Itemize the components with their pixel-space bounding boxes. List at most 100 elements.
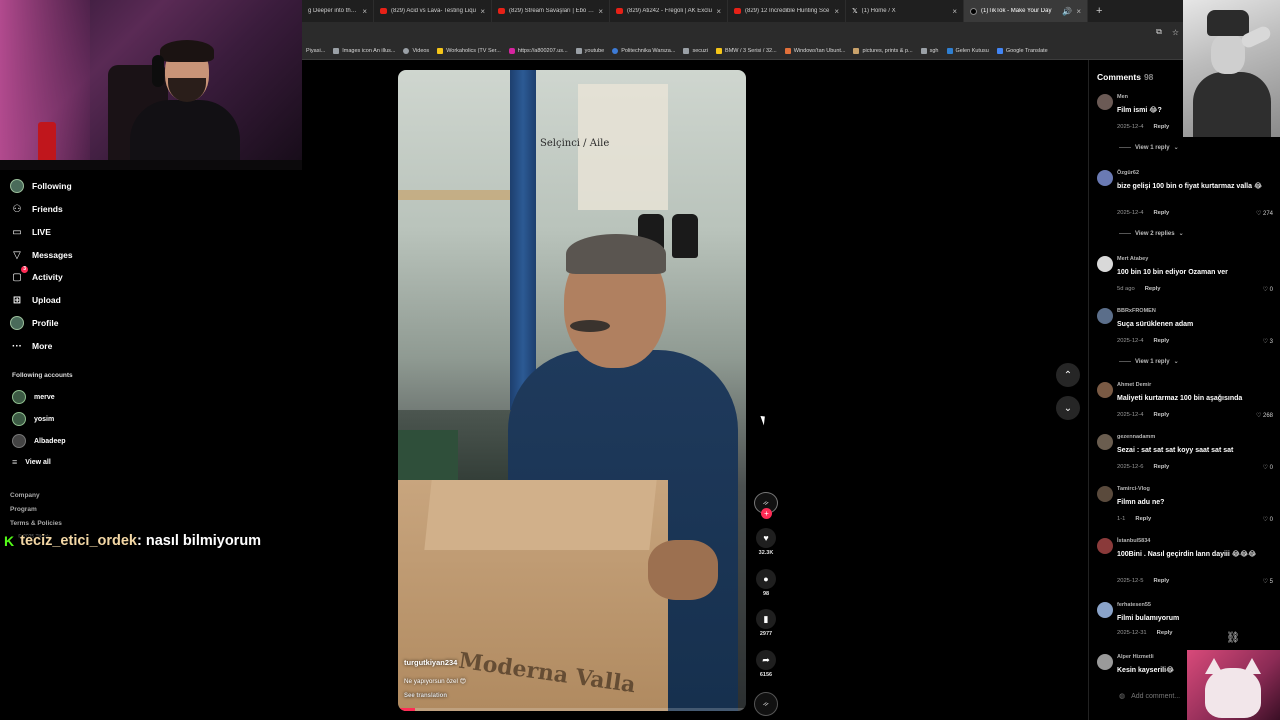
- comment-username[interactable]: ferhatesen55: [1117, 602, 1151, 608]
- bookmark-star-icon[interactable]: ☆: [1172, 28, 1179, 37]
- reply-button[interactable]: Reply: [1153, 412, 1169, 418]
- sidebar-item-live[interactable]: ▭ LIVE: [10, 225, 51, 239]
- video-player[interactable]: Selçinci / Aile Moderna Valla turgutkiya…: [398, 70, 746, 711]
- tab-close-icon[interactable]: ×: [716, 7, 721, 16]
- tab-close-icon[interactable]: ×: [598, 7, 603, 16]
- save-button[interactable]: ▮ 2977: [752, 609, 780, 637]
- sidebar-item-following[interactable]: Following: [10, 179, 72, 193]
- comment-username[interactable]: BBRxFROMEN: [1117, 308, 1156, 314]
- sidebar-item-profile[interactable]: Profile: [10, 316, 58, 330]
- speaker-icon[interactable]: 🔊: [1062, 7, 1072, 16]
- bookmark-item[interactable]: BMW / 3 Serisi / 32...: [712, 47, 781, 54]
- tab-close-icon[interactable]: ×: [480, 7, 485, 16]
- comment-like-button[interactable]: ♡ 268: [1256, 412, 1273, 419]
- browser-tab[interactable]: (829) Ati242 - Fregoli | AK Exclu ×: [610, 0, 728, 22]
- comment-like-button[interactable]: ♡ 0: [1263, 464, 1273, 471]
- share-button[interactable]: ➦ 6156: [752, 650, 780, 678]
- comment-button[interactable]: ● 98: [752, 569, 780, 597]
- footer-link-terms[interactable]: Terms & Policies: [10, 520, 62, 527]
- video-progress-bar[interactable]: [398, 708, 746, 711]
- follow-plus-icon[interactable]: +: [761, 508, 772, 519]
- comment-username[interactable]: Men: [1117, 94, 1128, 100]
- bookmark-item[interactable]: Google Translate: [993, 47, 1052, 54]
- tab-close-icon[interactable]: ×: [362, 7, 367, 16]
- reply-button[interactable]: Reply: [1157, 630, 1173, 636]
- bookmark-item[interactable]: Workaholics (TV Ser...: [433, 47, 505, 54]
- reply-button[interactable]: Reply: [1153, 210, 1169, 216]
- avatar[interactable]: [1097, 654, 1113, 670]
- bookmark-item[interactable]: Windows'tan Ubunt...: [781, 47, 850, 54]
- music-disc-icon[interactable]: ᨀ: [754, 692, 778, 716]
- avatar[interactable]: [1097, 538, 1113, 554]
- avatar[interactable]: [1097, 256, 1113, 272]
- comment-username[interactable]: Mert Atabey: [1117, 256, 1148, 262]
- sidebar-item-activity[interactable]: ▢ 3 Activity: [10, 266, 63, 284]
- sidebar-item-upload[interactable]: ⊞ Upload: [10, 293, 61, 307]
- bookmark-item[interactable]: Politechnika Warsza...: [608, 47, 679, 54]
- comment-username[interactable]: Tamirci-Vlog: [1117, 486, 1150, 492]
- new-tab-button[interactable]: +: [1088, 5, 1110, 17]
- like-button[interactable]: ♥ 32.3K: [752, 528, 780, 556]
- view-replies-button[interactable]: View 1 reply ⌄: [1119, 144, 1179, 151]
- video-creator-name[interactable]: turgutkiyan234: [404, 658, 457, 667]
- add-comment-input[interactable]: ◍ Add comment...: [1119, 692, 1180, 701]
- sidebar-item-friends[interactable]: ⚇ Friends: [10, 202, 63, 216]
- bookmark-item[interactable]: Gelen Kutusu: [943, 47, 993, 54]
- avatar[interactable]: [1097, 308, 1113, 324]
- comment-username[interactable]: İstanbul5834: [1117, 538, 1150, 544]
- avatar[interactable]: [1097, 486, 1113, 502]
- browser-tab[interactable]: (829) Stream Savaşları | Ebo x U ×: [492, 0, 610, 22]
- footer-link-program[interactable]: Program: [10, 506, 37, 513]
- reply-button[interactable]: Reply: [1145, 286, 1161, 292]
- view-replies-button[interactable]: View 2 replies ⌄: [1119, 230, 1184, 237]
- tab-close-icon[interactable]: ×: [834, 7, 839, 16]
- bookmark-item[interactable]: pictures, prints & p...: [849, 47, 916, 54]
- browser-tab[interactable]: g Deeper into the An ×: [302, 0, 374, 22]
- reply-button[interactable]: Reply: [1153, 578, 1169, 584]
- footer-link-company[interactable]: Company: [10, 492, 40, 499]
- reply-button[interactable]: Reply: [1135, 516, 1151, 522]
- bookmark-item[interactable]: Piyasi...: [302, 48, 329, 54]
- comment-username[interactable]: Özgür62: [1117, 170, 1139, 176]
- avatar[interactable]: [1097, 94, 1113, 110]
- avatar[interactable]: [1097, 170, 1113, 186]
- comment-like-button[interactable]: ♡ 0: [1263, 286, 1273, 293]
- bookmark-item[interactable]: secuzi: [679, 47, 712, 54]
- see-translation-link[interactable]: See translation: [404, 693, 447, 699]
- link-icon[interactable]: ⛓: [1226, 631, 1240, 644]
- following-account-item[interactable]: yosim: [12, 412, 54, 426]
- next-video-button[interactable]: ⌄: [1056, 396, 1080, 420]
- tab-close-icon[interactable]: ×: [1076, 7, 1081, 16]
- bookmark-item[interactable]: Videos: [399, 47, 433, 54]
- reply-button[interactable]: Reply: [1153, 124, 1169, 130]
- bookmark-item[interactable]: https://a800207.us...: [505, 47, 572, 54]
- sidebar-item-more[interactable]: ··· More: [10, 339, 52, 353]
- reply-button[interactable]: Reply: [1153, 464, 1169, 470]
- browser-tab[interactable]: (829) 12 Incredible Hunting Sce ×: [728, 0, 846, 22]
- comment-username[interactable]: Alper Hizmetli: [1117, 654, 1154, 660]
- bookmark-item[interactable]: Images icon An illus...: [329, 47, 399, 54]
- sidebar-item-messages[interactable]: ▽ Messages: [10, 248, 73, 262]
- view-all-link[interactable]: ≡ View all: [12, 457, 51, 467]
- comment-username[interactable]: gezennadamm: [1117, 434, 1155, 440]
- cast-icon[interactable]: ⧉: [1156, 27, 1162, 37]
- comment-like-button[interactable]: ♡ 3: [1263, 338, 1273, 345]
- avatar[interactable]: [1097, 434, 1113, 450]
- browser-tab-active[interactable]: (1)TikTok - Make Your Day 🔊 ×: [964, 0, 1088, 22]
- view-replies-button[interactable]: View 1 reply ⌄: [1119, 358, 1179, 365]
- following-account-item[interactable]: Albadeep: [12, 434, 66, 448]
- avatar[interactable]: [1097, 382, 1113, 398]
- browser-tab[interactable]: (829) Acid vs Lava- Testing Liqu ×: [374, 0, 492, 22]
- comment-like-button[interactable]: ♡ 5: [1263, 578, 1273, 585]
- comment-like-button[interactable]: ♡ 274: [1256, 210, 1273, 217]
- browser-tab[interactable]: 𝕏 (1) Home / X ×: [846, 0, 964, 22]
- reply-button[interactable]: Reply: [1153, 338, 1169, 344]
- bookmark-item[interactable]: sgh: [917, 47, 943, 54]
- tab-close-icon[interactable]: ×: [952, 7, 957, 16]
- avatar[interactable]: [1097, 602, 1113, 618]
- comment-like-button[interactable]: ♡ 0: [1263, 516, 1273, 523]
- following-account-item[interactable]: merve: [12, 390, 55, 404]
- comment-username[interactable]: Ahmet Demir: [1117, 382, 1151, 388]
- bookmark-item[interactable]: youtube: [572, 47, 609, 54]
- previous-video-button[interactable]: ⌃: [1056, 363, 1080, 387]
